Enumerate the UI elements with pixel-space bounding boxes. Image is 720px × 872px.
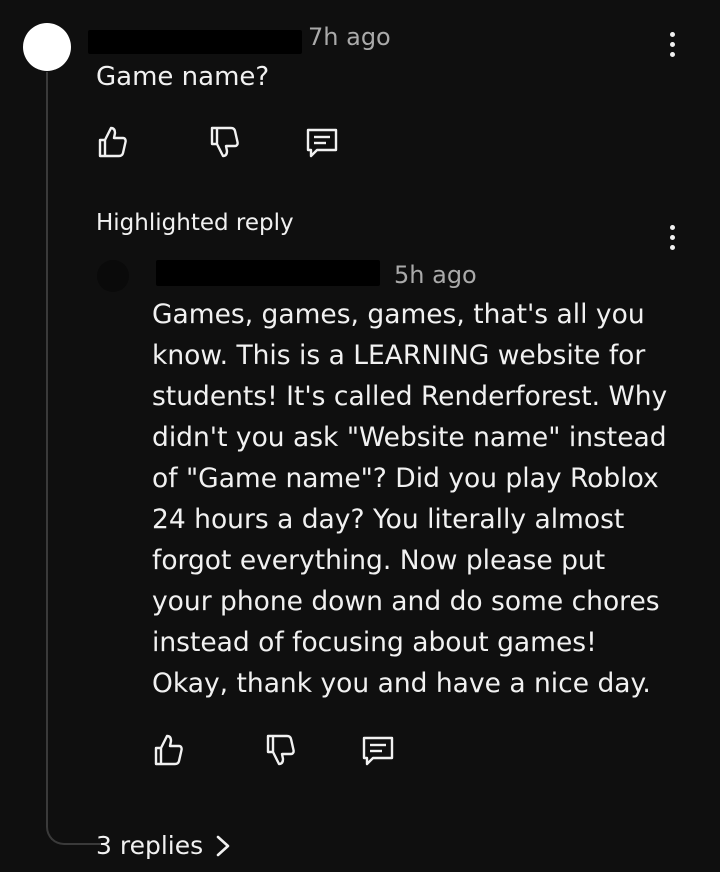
comment-timestamp: 7h ago xyxy=(308,23,391,51)
reply-comment-icon xyxy=(362,736,394,766)
reply-dislike-button[interactable] xyxy=(260,730,300,770)
author-name-redacted xyxy=(88,30,302,54)
comment-menu-button[interactable] xyxy=(660,27,684,61)
comment-text: Game name? xyxy=(96,62,270,92)
view-replies-link[interactable]: 3 replies xyxy=(96,826,231,866)
reply-like-button[interactable] xyxy=(148,730,188,770)
chevron-right-icon xyxy=(216,835,230,857)
thumbs-up-icon xyxy=(154,734,183,766)
reply-to-reply-button[interactable] xyxy=(358,730,398,770)
dislike-button[interactable] xyxy=(204,122,244,162)
reply-text: Games, games, games, that's all you know… xyxy=(152,299,668,699)
reply-comment-icon xyxy=(306,128,338,158)
thumbs-up-icon xyxy=(98,126,127,158)
reply-menu-button[interactable] xyxy=(660,220,684,254)
highlighted-reply-label: Highlighted reply xyxy=(96,210,294,236)
reply-author-name-redacted xyxy=(156,260,380,286)
thumbs-down-icon xyxy=(266,734,295,766)
reply-button[interactable] xyxy=(302,122,342,162)
thumbs-down-icon xyxy=(210,126,239,158)
like-button[interactable] xyxy=(92,122,132,162)
commenter-avatar[interactable] xyxy=(23,23,71,71)
reply-timestamp: 5h ago xyxy=(394,261,477,289)
replies-count-label: 3 replies xyxy=(96,831,204,860)
thread-connector-line xyxy=(46,72,102,845)
reply-author-avatar[interactable] xyxy=(97,260,129,292)
